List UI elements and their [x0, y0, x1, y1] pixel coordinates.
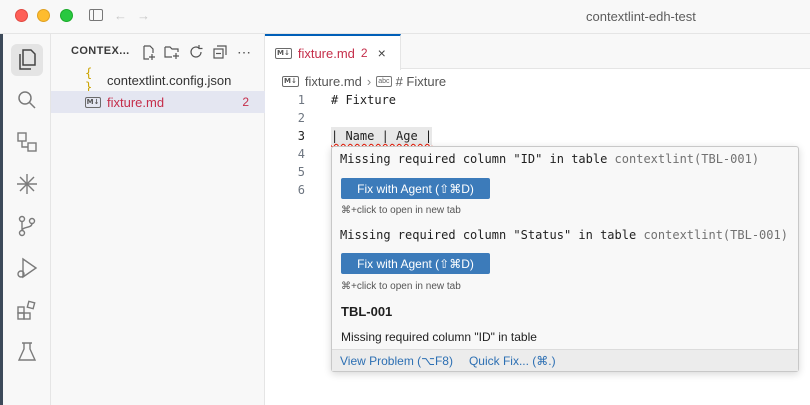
symbol-string-icon: abc: [376, 75, 392, 87]
editor-line: 2: [265, 109, 810, 127]
tab-label: fixture.md: [297, 45, 355, 61]
tab-error-count: 2: [360, 46, 368, 60]
file-item-fixture[interactable]: M↓ fixture.md 2: [51, 91, 265, 113]
fix-with-agent-button[interactable]: Fix with Agent (⇧⌘D): [341, 178, 490, 199]
editor-tab-bar: M↓ fixture.md 2 ×: [265, 34, 810, 70]
extensions-icon[interactable]: [11, 294, 43, 326]
forward-arrow-icon[interactable]: →: [137, 9, 150, 23]
close-icon[interactable]: ×: [378, 45, 386, 61]
problem-message: Missing required column "ID" in table co…: [340, 152, 759, 166]
line-text[interactable]: # Fixture: [331, 91, 396, 109]
problem-hover-widget: Missing required column "ID" in table co…: [331, 146, 799, 372]
problem-text: Missing required column "Status" in tabl…: [340, 228, 637, 242]
problem-source: contextlint(TBL-001): [614, 152, 760, 166]
breadcrumb-symbol[interactable]: # Fixture: [396, 74, 447, 89]
hover-footer: View Problem (⌥F8) Quick Fix... (⌘.): [332, 349, 798, 371]
explorer-header: CONTEX...: [71, 45, 130, 57]
markdown-file-icon: M↓: [275, 47, 292, 59]
problem-message: Missing required column "Status" in tabl…: [340, 228, 788, 242]
error-count-badge: 2: [242, 95, 249, 109]
title-bar: ← → contextlint-edh-test: [0, 0, 810, 34]
git-branch-icon[interactable]: [11, 210, 43, 242]
new-folder-icon[interactable]: [163, 43, 181, 61]
close-window-button[interactable]: [15, 9, 28, 22]
zoom-window-button[interactable]: [60, 9, 73, 22]
window-title: contextlint-edh-test: [586, 9, 696, 24]
chevron-right-icon: ›: [366, 73, 372, 89]
json-file-icon: { }: [85, 66, 93, 94]
tab-fixture-md[interactable]: M↓ fixture.md 2 ×: [265, 34, 401, 70]
problem-source: contextlint(TBL-001): [643, 228, 788, 242]
activity-bar: [3, 34, 51, 405]
new-file-icon[interactable]: [139, 43, 157, 61]
explorer-icon[interactable]: [11, 44, 43, 76]
line-number: 1: [297, 93, 305, 107]
markdown-file-icon: M↓: [84, 96, 102, 108]
rule-message: Missing required column "ID" in table: [341, 330, 537, 344]
refresh-icon[interactable]: [187, 43, 205, 61]
open-new-tab-hint: ⌘+click to open in new tab: [341, 281, 461, 292]
breadcrumb: M↓ fixture.md › abc # Fixture: [282, 72, 446, 90]
line-number: 3: [297, 129, 305, 143]
rule-code: TBL-001: [341, 304, 393, 319]
editor-line: 1 # Fixture: [265, 91, 810, 109]
open-new-tab-hint: ⌘+click to open in new tab: [341, 205, 461, 216]
markdown-file-icon: M↓: [282, 75, 299, 87]
toggle-sidebar-icon[interactable]: [89, 9, 103, 24]
file-item-config[interactable]: { } contextlint.config.json: [51, 66, 265, 94]
minimize-window-button[interactable]: [37, 9, 50, 22]
line-number: 6: [297, 183, 305, 197]
back-arrow-icon[interactable]: ←: [114, 9, 127, 23]
sparkle-icon[interactable]: [11, 168, 43, 200]
run-debug-icon[interactable]: [11, 252, 43, 284]
quick-fix-link[interactable]: Quick Fix... (⌘.): [469, 354, 556, 368]
explorer-sidebar: CONTEX... ⋯ { } contextlint.config.json …: [51, 34, 265, 405]
breadcrumb-file[interactable]: fixture.md: [305, 74, 362, 89]
line-number: 2: [297, 111, 305, 125]
line-number: 5: [297, 165, 305, 179]
testing-flask-icon[interactable]: [11, 336, 43, 368]
source-control-graph-icon[interactable]: [11, 126, 43, 158]
problem-text: Missing required column "ID" in table: [340, 152, 608, 166]
view-problem-link[interactable]: View Problem (⌥F8): [340, 354, 453, 368]
editor-line: 3 | Name | Age |: [265, 127, 810, 145]
search-icon[interactable]: [11, 84, 43, 116]
line-number: 4: [297, 147, 305, 161]
file-name: fixture.md: [107, 94, 165, 110]
collapse-all-icon[interactable]: [211, 43, 229, 61]
fix-with-agent-button[interactable]: Fix with Agent (⇧⌘D): [341, 253, 490, 274]
file-name: contextlint.config.json: [107, 72, 232, 88]
more-actions-icon[interactable]: ⋯: [235, 43, 253, 61]
line-text-error[interactable]: | Name | Age |: [331, 127, 433, 145]
explorer-actions: ⋯: [139, 43, 253, 61]
